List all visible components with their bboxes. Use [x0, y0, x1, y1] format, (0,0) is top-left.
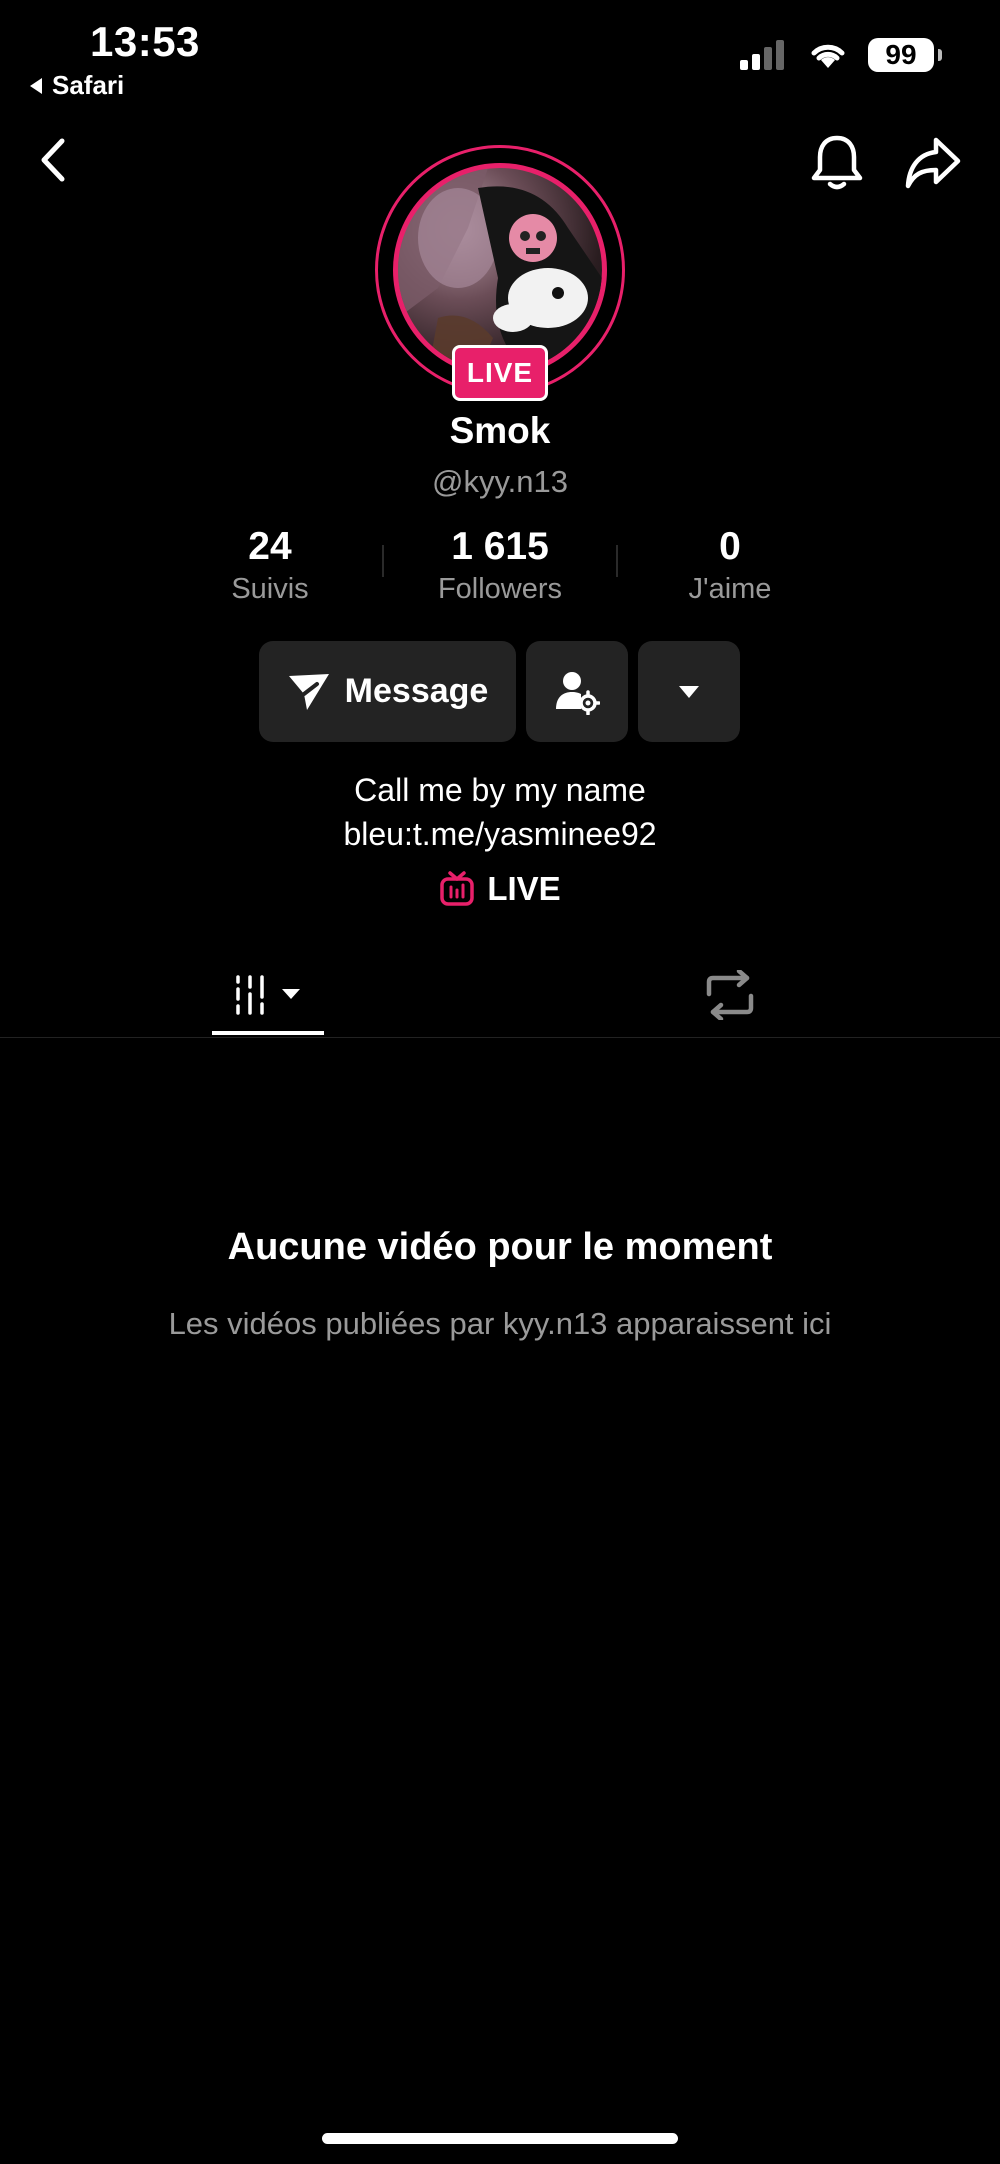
stat-following[interactable]: 24 Suivis	[165, 525, 375, 606]
follow-settings-button[interactable]	[526, 641, 628, 742]
share-icon[interactable]	[904, 134, 962, 190]
grid-icon	[236, 975, 300, 1015]
stat-divider	[616, 545, 618, 577]
tab-reposts[interactable]	[680, 955, 780, 1035]
tab-videos[interactable]	[212, 955, 324, 1035]
live-link-label: LIVE	[487, 870, 561, 907]
content-tabs	[0, 955, 1000, 1038]
back-to-app[interactable]: Safari	[28, 70, 124, 101]
bio-line: Call me by my name	[354, 772, 646, 808]
tv-live-icon	[440, 871, 475, 906]
battery-indicator: 99	[868, 38, 942, 72]
stat-followers[interactable]: 1 615 Followers	[395, 525, 605, 606]
home-indicator[interactable]	[322, 2133, 678, 2144]
username-handle: @kyy.n13	[431, 464, 568, 499]
avatar-image	[398, 168, 602, 372]
profile-bio: Call me by my name bleu:t.me/yasminee92	[0, 768, 1000, 856]
stat-likes[interactable]: 0 J'aime	[625, 525, 835, 606]
bio-link[interactable]: bleu:t.me/yasminee92	[0, 812, 1000, 856]
cellular-signal-icon	[740, 40, 784, 70]
stat-likes-value: 0	[719, 525, 741, 568]
stat-followers-value: 1 615	[451, 525, 549, 568]
status-time: 13:53	[90, 18, 200, 65]
status-indicators: 99	[740, 38, 942, 72]
live-badge[interactable]: LIVE	[452, 345, 548, 401]
repost-icon	[706, 970, 754, 1020]
back-app-label: Safari	[52, 70, 125, 100]
display-name: Smok	[449, 410, 551, 451]
bell-icon[interactable]	[809, 132, 865, 192]
stat-likes-label: J'aime	[688, 573, 772, 605]
more-options-button[interactable]	[638, 641, 740, 742]
empty-state-title: Aucune vidéo pour le moment	[227, 1226, 773, 1268]
message-button[interactable]: Message	[259, 641, 516, 742]
chevron-down-icon	[679, 685, 699, 698]
message-button-label: Message	[344, 672, 489, 710]
stat-following-value: 24	[248, 525, 292, 568]
empty-state-subtitle: Les vidéos publiées par kyy.n13 apparais…	[168, 1306, 832, 1341]
stat-followers-label: Followers	[437, 573, 563, 605]
profile-stats: 24 Suivis 1 615 Followers 0 J'aime	[165, 525, 835, 606]
send-icon	[288, 673, 329, 710]
user-settings-icon	[556, 671, 600, 715]
live-link[interactable]: LIVE	[0, 870, 1000, 908]
stat-divider	[382, 545, 384, 577]
active-tab-underline	[212, 1031, 324, 1035]
wifi-icon	[811, 44, 845, 68]
back-triangle-icon	[30, 77, 42, 94]
back-icon[interactable]	[30, 135, 80, 185]
stat-following-label: Suivis	[231, 573, 309, 605]
